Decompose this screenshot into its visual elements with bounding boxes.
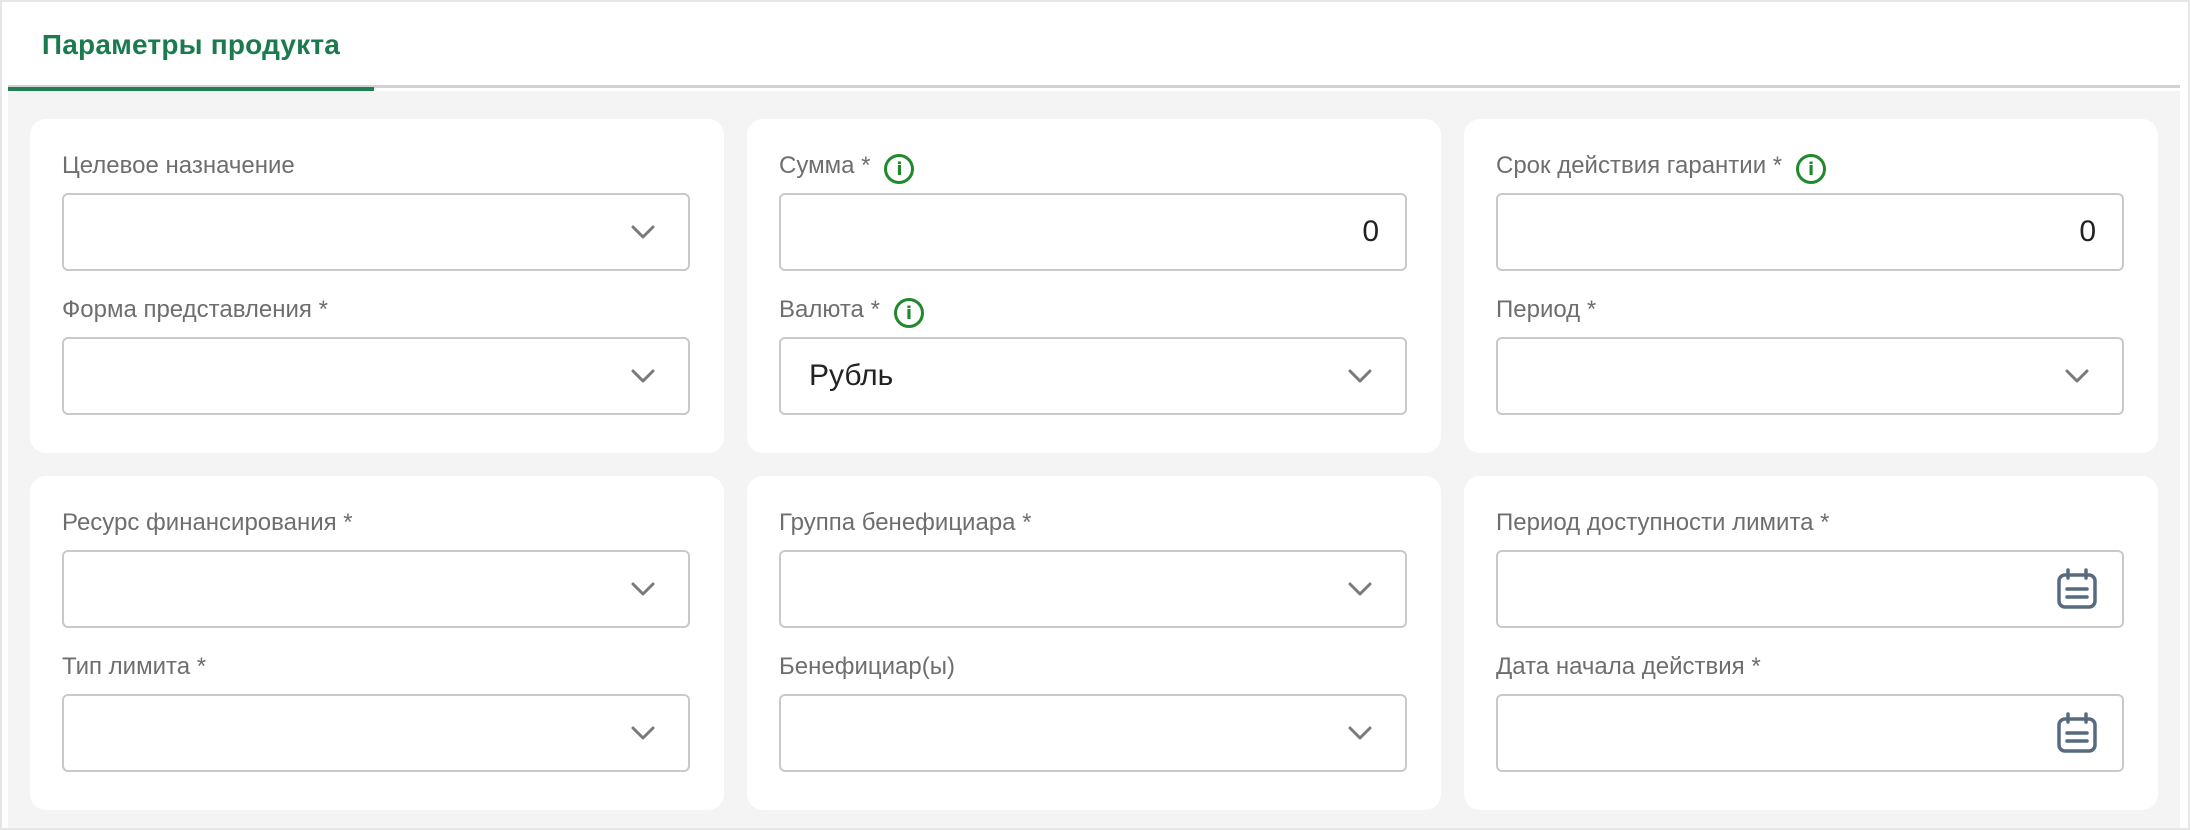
- chevron-down-icon: [631, 582, 655, 596]
- card-purpose: Целевое назначение Форма представления *: [30, 119, 724, 453]
- limit-type-label: Тип лимита *: [62, 653, 207, 680]
- limit-period-input[interactable]: [1496, 550, 2124, 628]
- chevron-down-icon: [1348, 582, 1372, 596]
- purpose-label: Целевое назначение: [62, 152, 295, 179]
- term-label: Срок действия гарантии * i: [1496, 149, 1827, 184]
- calendar-icon[interactable]: [2054, 566, 2100, 612]
- chevron-down-icon: [1348, 369, 1372, 383]
- form-label: Форма представления *: [62, 296, 328, 323]
- info-icon[interactable]: i: [893, 298, 924, 328]
- sum-value: 0: [1362, 215, 1379, 248]
- chevron-down-icon: [631, 726, 655, 740]
- product-parameters-panel: Параметры продукта Целевое назначение Фо…: [0, 0, 2190, 830]
- card-dates: Период доступности лимита * Дата начала …: [1464, 476, 2158, 810]
- info-icon[interactable]: i: [1796, 154, 1827, 184]
- chevron-down-icon: [631, 369, 655, 383]
- calendar-icon[interactable]: [2054, 710, 2100, 756]
- sum-label: Сумма * i: [779, 149, 915, 184]
- purpose-select[interactable]: [62, 193, 690, 271]
- chevron-down-icon: [631, 225, 655, 239]
- beneficiary-group-select[interactable]: [779, 550, 1407, 628]
- tab-product-parameters[interactable]: Параметры продукта: [8, 2, 374, 91]
- form-select[interactable]: [62, 337, 690, 415]
- limit-period-label: Период доступности лимита *: [1496, 509, 1830, 536]
- start-date-label: Дата начала действия *: [1496, 653, 1761, 680]
- sum-input[interactable]: 0: [779, 193, 1407, 271]
- beneficiary-group-label: Группа бенефициара *: [779, 509, 1032, 536]
- card-amount: Сумма * i 0 Валюта * i Рубль: [747, 119, 1441, 453]
- tab-bar: Параметры продукта: [8, 2, 2180, 91]
- beneficiary-label: Бенефициар(ы): [779, 653, 955, 680]
- info-icon[interactable]: i: [884, 154, 915, 184]
- currency-value: Рубль: [809, 359, 894, 392]
- card-term: Срок действия гарантии * i 0 Период *: [1464, 119, 2158, 453]
- chevron-down-icon: [1348, 726, 1372, 740]
- resource-select[interactable]: [62, 550, 690, 628]
- card-funding: Ресурс финансирования * Тип лимита *: [30, 476, 724, 810]
- period-label: Период *: [1496, 296, 1597, 323]
- beneficiary-select[interactable]: [779, 694, 1407, 772]
- form-area: Целевое назначение Форма представления *…: [8, 91, 2180, 828]
- period-select[interactable]: [1496, 337, 2124, 415]
- currency-label: Валюта * i: [779, 293, 924, 328]
- chevron-down-icon: [2065, 369, 2089, 383]
- card-beneficiary: Группа бенефициара * Бенефициар(ы): [747, 476, 1441, 810]
- start-date-input[interactable]: [1496, 694, 2124, 772]
- limit-type-select[interactable]: [62, 694, 690, 772]
- resource-label: Ресурс финансирования *: [62, 509, 353, 536]
- currency-select[interactable]: Рубль: [779, 337, 1407, 415]
- term-input[interactable]: 0: [1496, 193, 2124, 271]
- term-value: 0: [2079, 215, 2096, 248]
